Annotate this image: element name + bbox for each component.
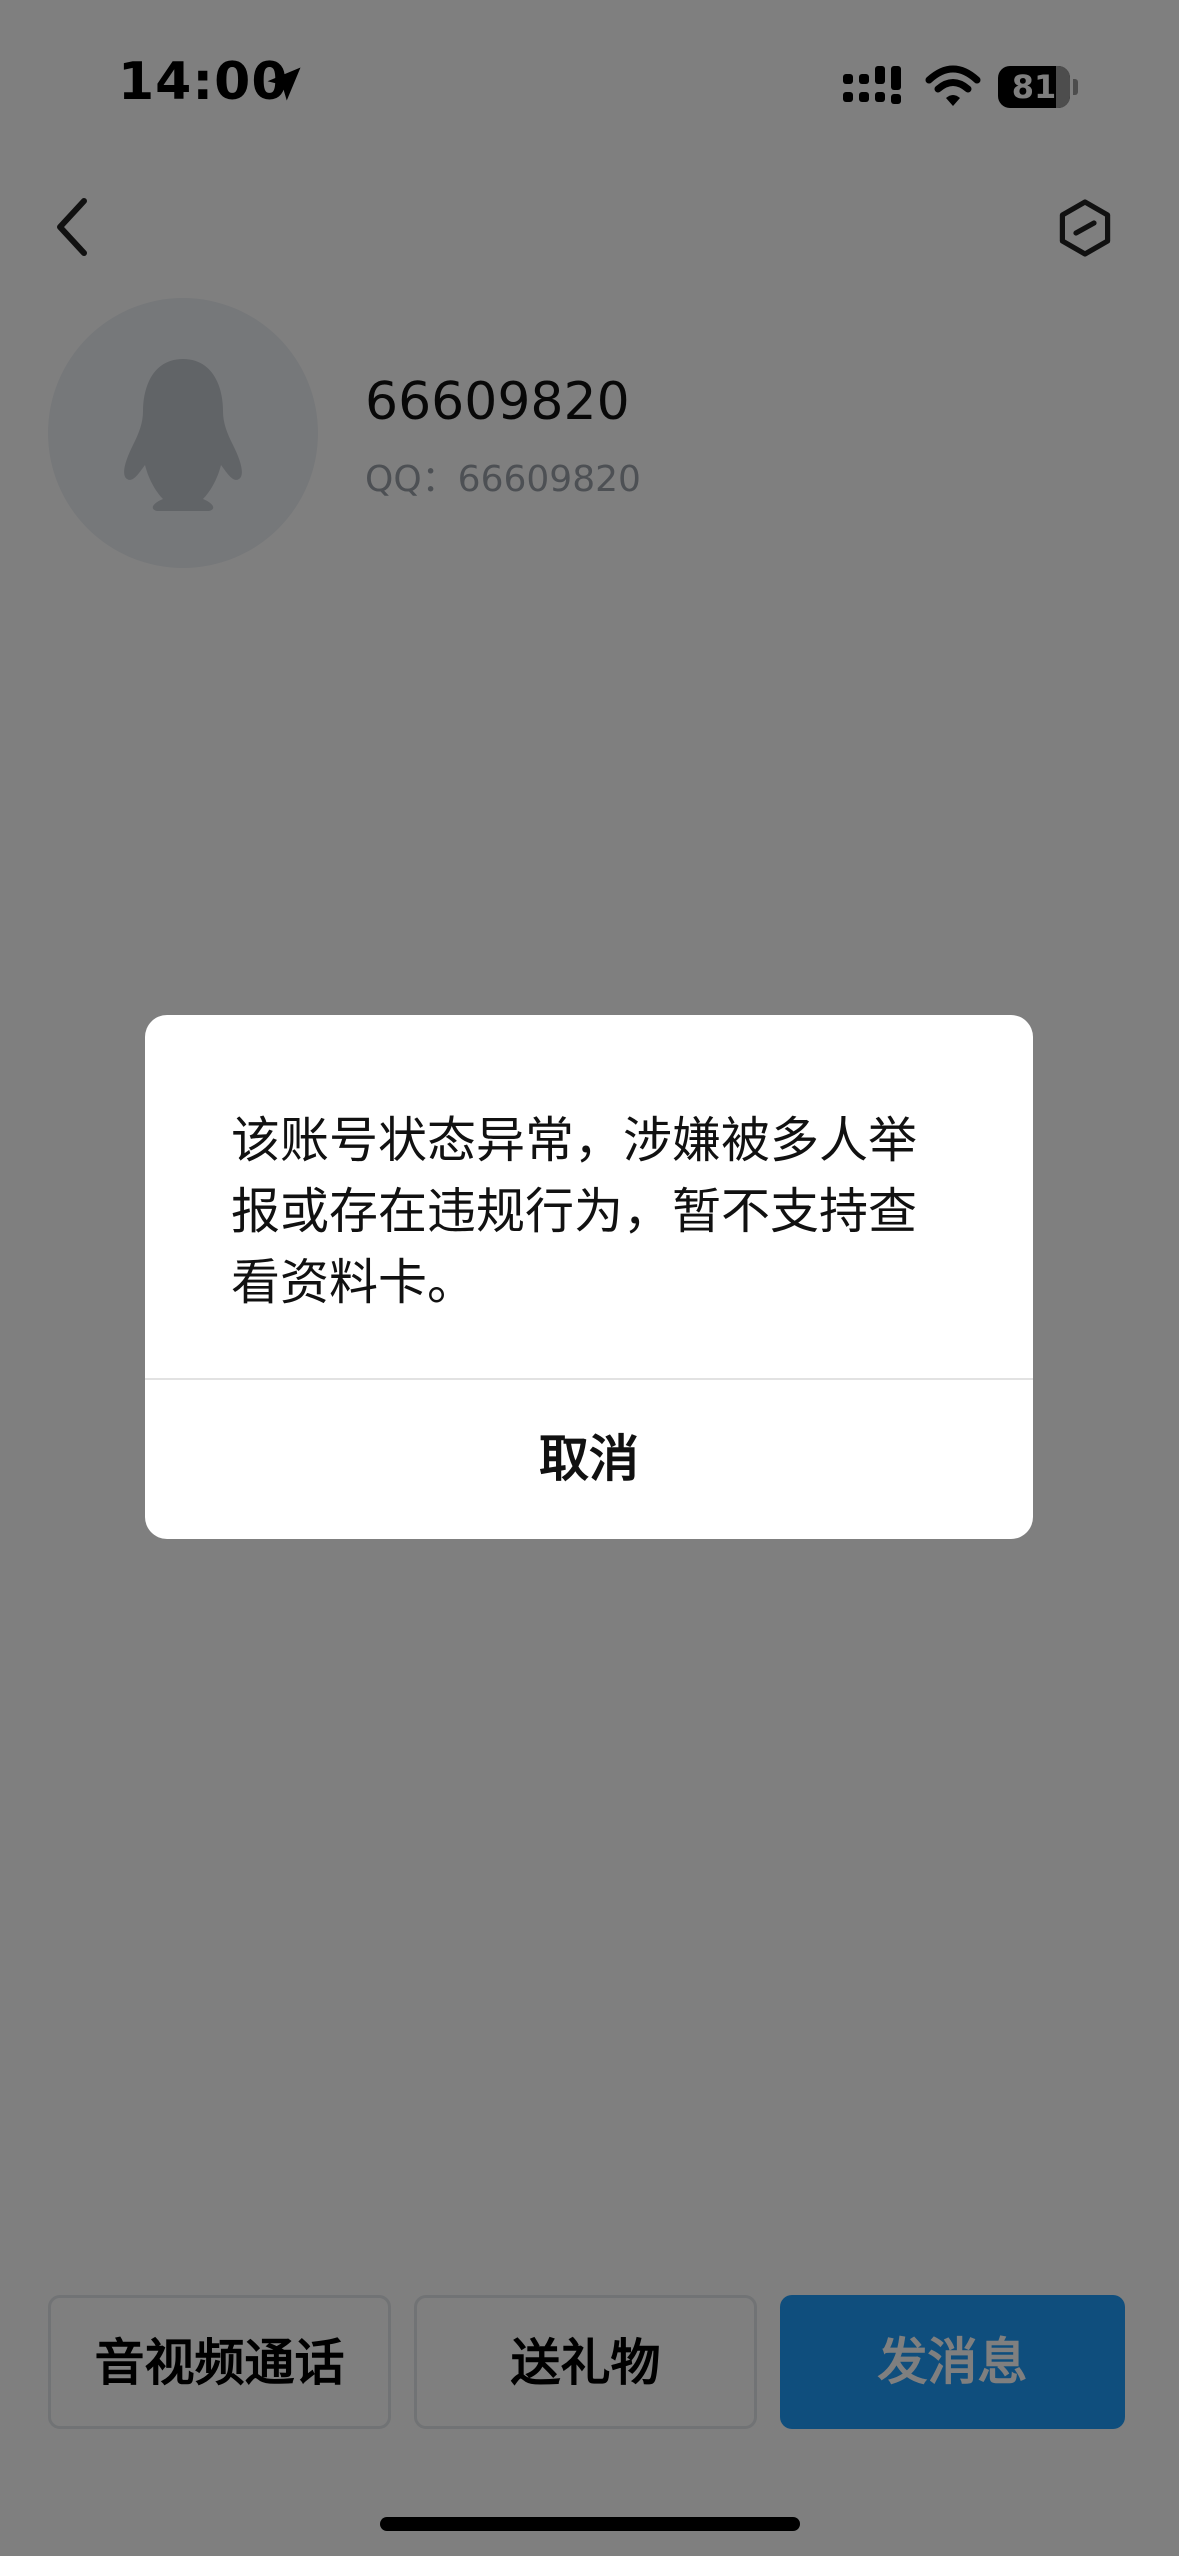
home-indicator[interactable] bbox=[380, 2517, 800, 2531]
cancel-button[interactable]: 取消 bbox=[145, 1380, 1033, 1539]
alert-dialog: 该账号状态异常，涉嫌被多人举报或存在违规行为，暂不支持查看资料卡。 取消 bbox=[145, 1015, 1033, 1539]
dialog-message: 该账号状态异常，涉嫌被多人举报或存在违规行为，暂不支持查看资料卡。 bbox=[231, 1112, 918, 1311]
